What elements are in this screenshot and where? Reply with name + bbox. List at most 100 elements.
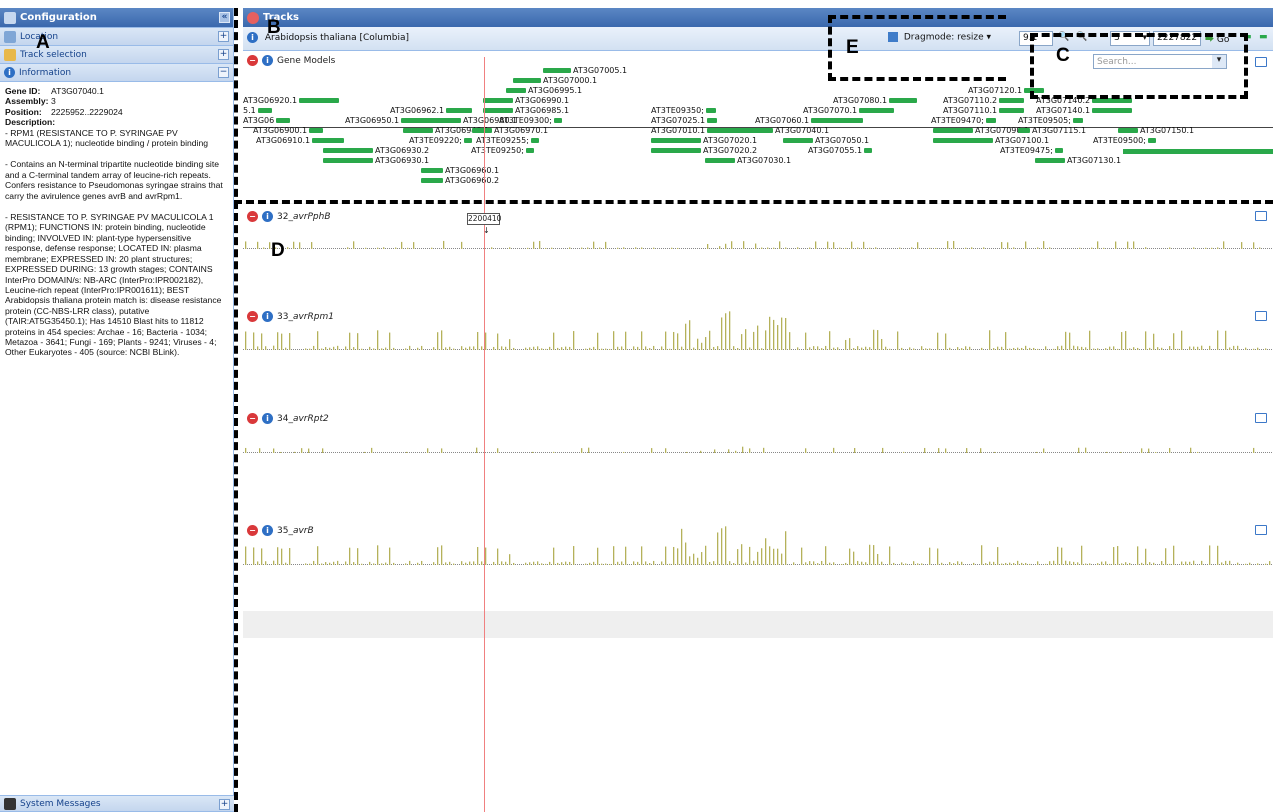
coverage-bar — [551, 247, 553, 249]
gene-feature[interactable]: AT3G07110.2 — [943, 96, 1026, 105]
gene-feature[interactable]: AT3G06990.1 — [483, 96, 569, 105]
gene-feature[interactable]: AT3G06960.1 — [421, 166, 499, 175]
gene-feature[interactable]: AT3G06910.1 — [256, 136, 346, 145]
gene-feature[interactable]: AT3G07000.1 — [513, 76, 597, 85]
maximize-track-icon[interactable] — [1255, 57, 1267, 67]
coverage-bar — [581, 247, 583, 249]
gene-feature[interactable]: AT3G07005.1 — [543, 66, 627, 75]
maximize-track-icon[interactable] — [1255, 211, 1267, 221]
coverage-bar — [773, 548, 775, 565]
info-icon[interactable]: i — [262, 55, 273, 66]
coverage-bar — [364, 451, 366, 453]
track-selection-section[interactable]: Track selection + — [0, 46, 233, 64]
gene-feature[interactable]: AT3G06985.1 — [483, 106, 569, 115]
gene-feature[interactable]: AT3TE09255; — [476, 136, 541, 145]
gene-feature[interactable]: AT3TE09475; — [1000, 146, 1065, 155]
coverage-bar — [287, 247, 289, 249]
coverage-bar — [245, 331, 247, 350]
coverage-bar — [779, 241, 781, 249]
coverage-bar — [1189, 561, 1191, 565]
gene-feature[interactable]: AT3TE09350; — [651, 106, 718, 115]
coverage-bar — [333, 346, 335, 350]
gene-feature[interactable]: AT3G06995.1 — [506, 86, 582, 95]
coverage-bar — [1009, 562, 1011, 565]
collapse-left-button[interactable]: « — [219, 12, 230, 23]
gene-feature[interactable]: AT3G07025.1 — [651, 116, 719, 125]
info-icon[interactable]: i — [262, 413, 273, 424]
gene-feature[interactable]: AT3TE09300; — [499, 116, 564, 125]
coverage-bar — [1253, 348, 1255, 350]
gene-feature[interactable]: AT3G06920.1 — [243, 96, 341, 105]
coverage-bar — [1029, 347, 1031, 350]
gene-feature[interactable]: AT3G06960.2 — [421, 176, 499, 185]
coverage-bar — [777, 548, 779, 565]
pan-right-icon[interactable]: ▬ — [1259, 32, 1268, 42]
coverage-bar — [409, 345, 411, 350]
info-icon[interactable]: i — [262, 211, 273, 222]
track-name: 34_avrRpt2 — [277, 414, 329, 424]
coverage-bar — [903, 451, 905, 453]
gene-feature[interactable]: AT3G07080.1 — [833, 96, 919, 105]
coverage-bar — [973, 562, 975, 565]
coverage-bar — [913, 561, 915, 565]
gene-feature[interactable]: AT3G07040.1 — [743, 126, 829, 135]
gene-feature[interactable]: AT3G07130.1 — [1035, 156, 1121, 165]
expand-location-button[interactable]: + — [218, 31, 229, 42]
gene-feature-long[interactable] — [1123, 149, 1273, 154]
gene-feature[interactable]: AT3G07150.1 — [1118, 126, 1194, 135]
remove-track-icon[interactable]: − — [247, 413, 258, 424]
gene-feature[interactable]: AT3G06930.1 — [323, 156, 429, 165]
coverage-bar — [1025, 345, 1027, 350]
location-section[interactable]: Location + — [0, 28, 233, 46]
gene-feature[interactable]: AT3G07020.2 — [651, 146, 757, 155]
information-section[interactable]: i Information − — [0, 64, 233, 82]
track-name: 32_avrPphB — [277, 212, 331, 222]
gene-feature[interactable]: AT3TE09470; — [931, 116, 998, 125]
gene-feature[interactable]: AT3G07110.1 — [943, 106, 1026, 115]
coverage-bar — [853, 348, 855, 350]
coverage-bar — [401, 241, 403, 249]
gene-feature[interactable]: 5.1 — [243, 106, 274, 115]
tracks-area[interactable]: Search... ▾ − i Gene Models AT3G07005.1 A… — [243, 51, 1273, 812]
remove-track-icon[interactable]: − — [247, 211, 258, 222]
coverage-bar — [573, 546, 575, 565]
remove-track-icon[interactable]: − — [247, 55, 258, 66]
system-messages-section[interactable]: System Messages + — [0, 795, 234, 812]
maximize-track-icon[interactable] — [1255, 413, 1267, 423]
gene-feature[interactable]: AT3G07100.1 — [933, 136, 1049, 145]
gene-feature[interactable]: AT3TE09500; — [1093, 136, 1158, 145]
gene-feature[interactable]: AT3G07115.1 — [1018, 126, 1086, 135]
coverage-bar — [686, 451, 688, 453]
expand-system-messages-button[interactable]: + — [219, 799, 230, 810]
gene-feature[interactable]: AT3G06930.2 — [323, 146, 429, 155]
collapse-information-button[interactable]: − — [218, 67, 229, 78]
gene-feature[interactable]: AT3G07140.1 — [1036, 106, 1134, 115]
gene-feature[interactable]: AT3G07030.1 — [705, 156, 791, 165]
expand-track-selection-button[interactable]: + — [218, 49, 229, 60]
coverage-bar — [665, 331, 667, 350]
gene-feature[interactable]: AT3G07070.1 — [803, 106, 896, 115]
gene-feature[interactable]: AT3G07055.1 — [808, 146, 874, 155]
gene-feature[interactable]: AT3G07090.1 — [933, 126, 1029, 135]
gene-feature[interactable]: AT3TE09220; — [409, 136, 474, 145]
coverage-bar — [901, 562, 903, 565]
coverage-bar — [857, 247, 859, 249]
coverage-bar — [869, 347, 871, 350]
coverage-bar — [381, 563, 383, 565]
gene-feature[interactable]: AT3G06 — [243, 116, 292, 125]
coverage-bar — [997, 346, 999, 350]
gene-feature[interactable]: AT3TE09250; — [471, 146, 536, 155]
coverage-bar — [641, 331, 643, 350]
coverage-bar — [245, 241, 247, 249]
coverage-bar — [537, 561, 539, 565]
info-icon[interactable]: i — [247, 32, 258, 43]
coverage-bar — [839, 247, 841, 249]
gene-feature[interactable]: AT3G06962.1 — [390, 106, 474, 115]
gene-feature[interactable]: AT3G06900.1 — [253, 126, 325, 135]
gene-feature[interactable]: AT3G07020.1 — [651, 136, 757, 145]
coverage-bar — [431, 247, 433, 249]
gene-feature[interactable]: AT3G07060.1 — [755, 116, 865, 125]
gene-feature[interactable]: AT3G07010.1 — [651, 126, 757, 135]
gene-feature[interactable]: AT3G07050.1 — [783, 136, 869, 145]
gene-feature[interactable]: AT3TE09505; — [1018, 116, 1085, 125]
